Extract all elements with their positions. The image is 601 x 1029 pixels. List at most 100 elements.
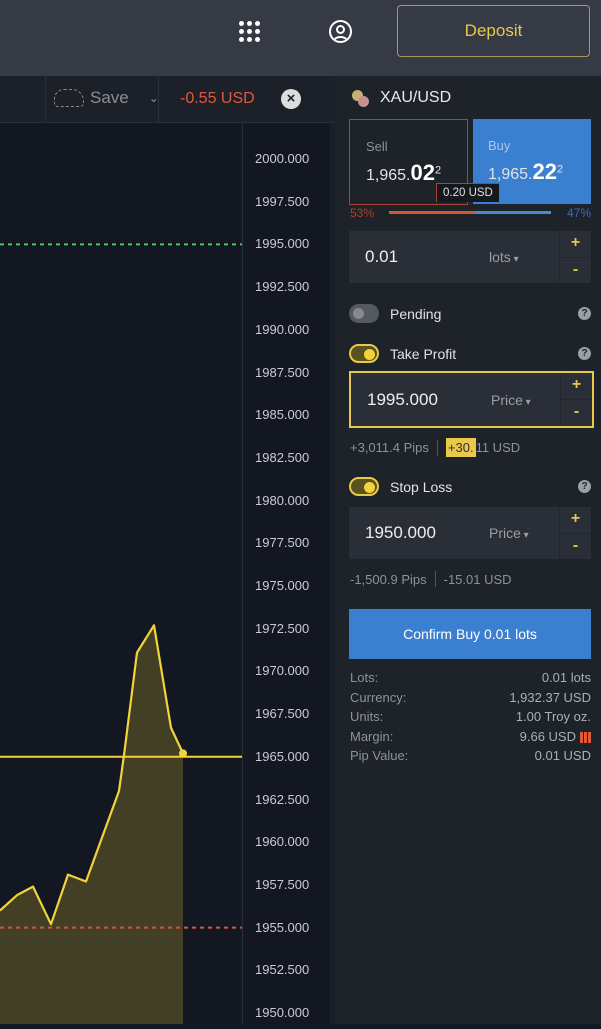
price-axis-tick: 1960.000 — [255, 834, 310, 850]
price-axis-tick: 1987.500 — [255, 364, 310, 380]
plus-icon[interactable]: + — [559, 231, 591, 257]
gold-usd-flag-icon — [352, 89, 371, 107]
summary-value: 1,932.37 USD — [509, 689, 591, 705]
volume-unit-dropdown[interactable]: lots — [489, 249, 569, 265]
take-profit-value[interactable]: 1995.000 — [367, 390, 477, 410]
price-chart[interactable]: 2000.000 1997.500 1995.000 1992.500 1990.000… — [0, 123, 335, 1024]
volume-stepper[interactable]: + - — [559, 231, 591, 283]
stop-loss-info: -1,500.9 Pips -15.01 USD — [350, 571, 512, 587]
user-circle-icon[interactable] — [329, 20, 352, 43]
stop-loss-unit-dropdown[interactable]: Price — [489, 525, 569, 541]
price-axis-tick: 1980.000 — [255, 492, 310, 508]
deposit-button[interactable]: Deposit — [397, 5, 590, 57]
save-button[interactable]: Save ⌄ — [54, 88, 159, 108]
save-label: Save — [90, 88, 129, 107]
sell-price-main: 1,965. — [366, 167, 411, 184]
price-axis-tick: 1965.000 — [255, 748, 310, 764]
buy-sentiment: 47% — [566, 206, 591, 220]
sell-label: Sell — [366, 139, 388, 154]
price-axis-tick: 1982.500 — [255, 449, 310, 465]
summary-row: Pip Value: 0.01 USD — [350, 748, 591, 768]
stop-loss-input[interactable]: 1950.000 Price +- — [349, 507, 591, 559]
price-axis-tick: 1957.500 — [255, 876, 310, 892]
take-profit-input[interactable]: 1995.000 Price +- — [349, 371, 594, 428]
price-axis-tick: 1972.500 — [255, 620, 310, 636]
price-axis-tick: 1985.000 — [255, 407, 310, 423]
summary-label: Currency: — [350, 689, 407, 705]
stop-loss-value[interactable]: 1950.000 — [365, 523, 475, 543]
minus-icon[interactable]: - — [559, 256, 591, 283]
divider — [45, 76, 46, 123]
price-axis-tick: 1967.500 — [255, 706, 310, 722]
price-axis-tick: 1997.500 — [255, 193, 310, 209]
price-axis-tick: 1990.000 — [255, 321, 310, 337]
plus-icon[interactable]: + — [560, 373, 592, 399]
summary-row: Currency: 1,932.37 USD — [350, 690, 591, 710]
divider — [158, 76, 159, 123]
take-profit-toggle[interactable] — [349, 344, 379, 363]
summary-value: 9.66 USD — [519, 728, 576, 744]
summary-row: Lots: 0.01 lots — [350, 670, 591, 690]
buy-price-main: 1,965. — [488, 166, 533, 183]
price-axis-tick: 1950.000 — [255, 1005, 310, 1020]
summary-value: 0.01 lots — [541, 670, 591, 685]
take-profit-pips: +3,011.4 Pips — [350, 440, 429, 455]
price-axis-tick: 2000.000 — [255, 151, 310, 166]
volume-value[interactable]: 0.01 — [365, 247, 475, 267]
pending-label: Pending — [390, 305, 442, 322]
symbol-name: XAU/USD — [380, 89, 452, 106]
pending-row: Pending ? — [349, 304, 591, 323]
summary-row: Margin: 9.66 USD — [350, 729, 591, 749]
price-area — [0, 625, 183, 1024]
buy-price-big: 22 — [532, 159, 557, 184]
take-profit-info: +3,011.4 Pips +30. 11 USD — [350, 438, 520, 457]
sentiment-sell-fill — [389, 211, 475, 214]
take-profit-row: Take Profit ? — [349, 344, 591, 363]
summary-label: Lots: — [350, 670, 379, 685]
confirm-buy-button[interactable]: Confirm Buy 0.01 lots — [349, 609, 591, 659]
top-bar: Deposit — [0, 0, 601, 76]
close-icon[interactable]: × — [281, 89, 301, 109]
minus-icon[interactable]: - — [559, 532, 591, 559]
grid-icon[interactable] — [239, 21, 261, 43]
sell-price-sup: 2 — [434, 164, 442, 177]
sell-sentiment: 53% — [350, 206, 375, 220]
margin-level-icon — [580, 731, 591, 743]
stop-loss-row: Stop Loss ? — [349, 477, 591, 496]
price-axis-tick: 1975.000 — [255, 578, 310, 593]
sentiment-bar — [389, 211, 551, 214]
summary-value: 0.01 USD — [534, 748, 591, 763]
stop-loss-toggle[interactable] — [349, 477, 379, 496]
take-profit-usd-highlight: +30. — [445, 438, 476, 457]
order-panel: XAU/USD Sell 1,965.022 Buy 1,965.222 0.2… — [335, 76, 601, 1024]
sell-price-big: 02 — [410, 160, 435, 185]
order-summary: Lots: 0.01 lots Currency: 1,932.37 USD Uni… — [350, 670, 591, 768]
summary-label: Pip Value: — [350, 748, 409, 763]
help-icon[interactable]: ? — [578, 307, 591, 320]
pending-toggle[interactable] — [349, 304, 379, 323]
price-axis-tick: 1995.000 — [255, 236, 310, 252]
buy-price: 1,965.222 — [488, 159, 591, 185]
summary-label: Units: — [350, 709, 384, 724]
last-price-dot — [179, 749, 187, 758]
symbol-header: XAU/USD — [352, 89, 451, 107]
price-axis-tick: 1970.000 — [255, 663, 310, 679]
minus-icon[interactable]: - — [560, 399, 592, 426]
axis-divider — [242, 123, 243, 1024]
plus-icon[interactable]: + — [559, 507, 591, 533]
stop-loss-usd: -15.01 USD — [443, 571, 512, 587]
price-axis-tick: 1962.500 — [255, 791, 310, 807]
take-profit-unit-dropdown[interactable]: Price — [491, 392, 571, 408]
buy-label: Buy — [488, 138, 511, 153]
stop-loss-stepper[interactable]: + - — [559, 507, 591, 559]
stop-loss-label: Stop Loss — [390, 478, 453, 495]
help-icon[interactable]: ? — [578, 480, 591, 493]
pnl-value: -0.55 USD — [180, 90, 255, 107]
help-icon[interactable]: ? — [578, 347, 591, 360]
price-axis-tick: 1977.500 — [255, 535, 310, 551]
price-axis-tick: 1952.500 — [255, 962, 310, 978]
price-axis-tick: 1992.500 — [255, 279, 310, 295]
summary-value: 1.00 Troy oz. — [515, 709, 591, 724]
take-profit-stepper[interactable]: + - — [560, 373, 592, 426]
volume-input[interactable]: 0.01 lots +- — [349, 231, 591, 283]
